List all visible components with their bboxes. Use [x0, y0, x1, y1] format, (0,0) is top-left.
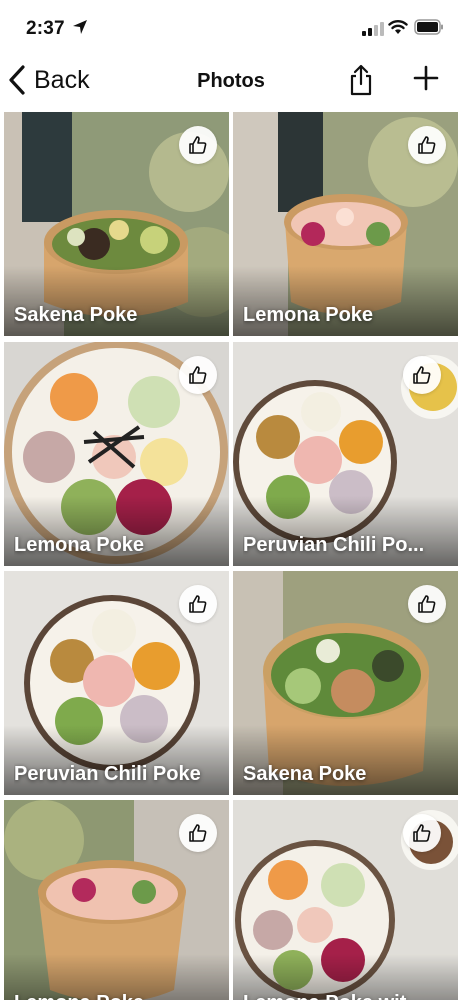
- nav-bar: Back Photos: [0, 52, 462, 110]
- thumbs-up-icon: [418, 136, 436, 154]
- cellular-signal-icon: [362, 22, 384, 36]
- thumbs-up-icon: [413, 824, 431, 842]
- photo-caption: Lemona Poke wit...: [243, 992, 448, 1000]
- like-button[interactable]: [408, 126, 446, 164]
- like-button[interactable]: [179, 356, 217, 394]
- photo-caption: Sakena Poke: [14, 304, 138, 326]
- photo-tile[interactable]: Lemona Poke: [4, 342, 229, 566]
- photo-tile[interactable]: Sakena Poke: [4, 112, 229, 336]
- like-button[interactable]: [403, 356, 441, 394]
- photo-tile[interactable]: Lemona Poke wit...: [233, 800, 458, 1000]
- photo-tile[interactable]: Peruvian Chili Poke: [4, 571, 229, 795]
- photo-caption: Peruvian Chili Poke: [14, 763, 201, 785]
- photo-grid: Sakena Poke Lemona Poke Lemona Poke Peru…: [0, 112, 462, 1000]
- thumbs-up-icon: [189, 366, 207, 384]
- status-bar: 2:37: [0, 0, 462, 52]
- share-icon[interactable]: [348, 64, 374, 96]
- photo-caption: Peruvian Chili Po...: [243, 534, 425, 556]
- photo-caption: Lemona Poke: [14, 534, 145, 556]
- thumbs-up-icon: [413, 366, 431, 384]
- page-title: Photos: [197, 70, 265, 92]
- photo-tile[interactable]: Peruvian Chili Po...: [233, 342, 458, 566]
- location-arrow-icon: [73, 20, 87, 34]
- photo-tile[interactable]: Sakena Poke: [233, 571, 458, 795]
- thumbs-up-icon: [189, 136, 207, 154]
- photo-caption: Lemona Poke: [14, 992, 219, 1000]
- wifi-icon: [388, 20, 408, 34]
- like-button[interactable]: [179, 814, 217, 852]
- status-time: 2:37: [26, 18, 65, 39]
- photo-caption: Sakena Poke: [243, 763, 367, 785]
- like-button[interactable]: [403, 814, 441, 852]
- plus-icon[interactable]: [413, 65, 439, 91]
- thumbs-up-icon: [189, 824, 207, 842]
- photo-tile[interactable]: Lemona Poke: [4, 800, 229, 1000]
- photo-tile[interactable]: Lemona Poke: [233, 112, 458, 336]
- battery-icon: [414, 19, 443, 35]
- thumbs-up-icon: [418, 595, 436, 613]
- photo-caption: Lemona Poke: [243, 304, 374, 326]
- like-button[interactable]: [408, 585, 446, 623]
- like-button[interactable]: [179, 585, 217, 623]
- thumbs-up-icon: [189, 595, 207, 613]
- like-button[interactable]: [179, 126, 217, 164]
